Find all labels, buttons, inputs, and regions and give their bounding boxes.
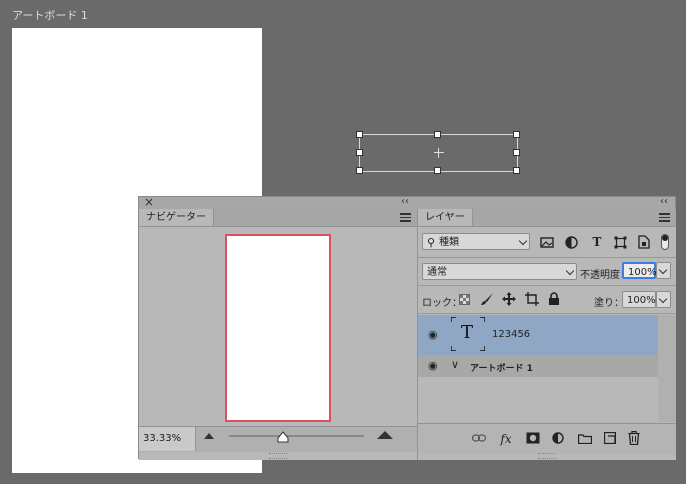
eye-icon[interactable]: ◉ xyxy=(428,359,438,372)
transform-center-icon[interactable] xyxy=(434,148,444,158)
blend-mode-value: 通常 xyxy=(427,267,447,278)
link-layers-icon[interactable] xyxy=(472,434,486,442)
zoom-slider-track[interactable] xyxy=(229,435,364,437)
lock-transparent-pixels-icon[interactable] xyxy=(459,294,470,305)
transform-handle-bottom[interactable] xyxy=(434,167,441,174)
navigator-footer: 33.33% xyxy=(139,426,417,452)
resize-grip-icon[interactable] xyxy=(269,453,287,459)
lock-artboard-icon[interactable] xyxy=(525,292,539,306)
blend-row: 通常 不透明度： 100% xyxy=(418,258,676,286)
chevron-down-icon xyxy=(658,265,668,275)
search-icon: ⚲ xyxy=(427,236,436,249)
tab-layers[interactable]: レイヤー xyxy=(418,209,473,226)
opacity-input[interactable]: 100% xyxy=(622,262,657,279)
artboard-label: アートボード 1 xyxy=(12,9,88,22)
layers-panel: レイヤー ⚲ 種類 T 通常 不透明度： 100% ロック： 塗り： 100% … xyxy=(418,209,676,460)
transform-handle-bottom-right[interactable] xyxy=(513,167,520,174)
fill-label: 塗り： xyxy=(594,298,624,309)
delete-layer-icon[interactable] xyxy=(628,431,640,445)
add-mask-icon[interactable] xyxy=(526,432,540,444)
transform-handle-right[interactable] xyxy=(513,149,520,156)
filter-toggle[interactable] xyxy=(661,234,669,250)
close-icon[interactable]: × xyxy=(144,195,154,209)
filter-adjustment-icon[interactable] xyxy=(565,236,578,249)
new-layer-icon[interactable] xyxy=(604,432,616,444)
panel-group: × ‹‹ ‹‹ ナビゲーター 33.33% レイヤー ⚲ 種類 T 通常 不透明… xyxy=(138,195,676,460)
fill-input[interactable]: 100% xyxy=(622,291,656,308)
transform-handle-top-right[interactable] xyxy=(513,131,520,138)
chevron-down-icon xyxy=(565,266,575,276)
lock-label: ロック： xyxy=(422,298,462,309)
lock-all-icon[interactable] xyxy=(548,292,560,306)
panel-menu-icon[interactable] xyxy=(659,213,670,222)
lock-row: ロック： 塗り： 100% xyxy=(418,286,676,314)
filter-pixel-icon[interactable] xyxy=(540,237,554,248)
chevron-down-icon xyxy=(518,236,528,246)
transform-handle-left[interactable] xyxy=(356,149,363,156)
eye-icon[interactable]: ◉ xyxy=(428,328,438,341)
blend-mode-select[interactable]: 通常 xyxy=(422,263,577,280)
layers-tabbar: レイヤー xyxy=(418,209,676,227)
layer-row-artboard[interactable]: ◉ ∨ アートボード 1 xyxy=(418,355,658,377)
filter-type-icon[interactable]: T xyxy=(589,235,605,249)
zoom-input[interactable]: 33.33% xyxy=(139,427,196,451)
resize-grip-icon[interactable] xyxy=(538,453,556,459)
fill-dropdown[interactable] xyxy=(656,291,671,308)
zoom-in-icon[interactable] xyxy=(377,431,393,439)
chevron-down-icon xyxy=(658,294,668,304)
fx-icon[interactable]: fx xyxy=(498,432,514,446)
navigator-panel: ナビゲーター 33.33% xyxy=(139,209,418,460)
layer-thumbnail[interactable]: T xyxy=(451,317,485,351)
lock-image-pixels-icon[interactable] xyxy=(480,292,494,306)
new-adjustment-layer-icon[interactable] xyxy=(552,432,565,445)
filter-kind-value: 種類 xyxy=(439,237,459,248)
layers-scrollbar[interactable] xyxy=(658,315,676,422)
expand-icon[interactable]: ∨ xyxy=(451,358,459,371)
layer-name[interactable]: 123456 xyxy=(492,329,530,340)
navigator-view-box[interactable] xyxy=(225,234,331,422)
filter-shape-icon[interactable] xyxy=(614,236,627,249)
layer-name[interactable]: アートボード 1 xyxy=(470,361,533,374)
new-group-folder-icon[interactable] xyxy=(578,433,592,444)
opacity-dropdown[interactable] xyxy=(656,262,671,279)
layers-footer: fx xyxy=(418,423,676,454)
navigator-tabbar: ナビゲーター xyxy=(139,209,417,227)
zoom-slider-thumb[interactable] xyxy=(277,431,289,443)
collapse-icon[interactable]: ‹‹ xyxy=(401,196,409,207)
layer-filter-row: ⚲ 種類 T xyxy=(418,227,676,258)
collapse-icon[interactable]: ‹‹ xyxy=(660,196,668,207)
layer-row-text[interactable]: ◉ T 123456 xyxy=(418,315,658,355)
filter-kind-select[interactable]: ⚲ 種類 xyxy=(422,233,530,250)
panel-menu-icon[interactable] xyxy=(400,213,411,222)
zoom-out-icon[interactable] xyxy=(204,433,214,439)
tab-navigator[interactable]: ナビゲーター xyxy=(139,209,214,226)
transform-handle-bottom-left[interactable] xyxy=(356,167,363,174)
transform-handle-top-left[interactable] xyxy=(356,131,363,138)
type-layer-icon: T xyxy=(461,322,474,343)
filter-smart-object-icon[interactable] xyxy=(638,235,650,249)
transform-handle-top[interactable] xyxy=(434,131,441,138)
lock-position-icon[interactable] xyxy=(502,292,516,306)
